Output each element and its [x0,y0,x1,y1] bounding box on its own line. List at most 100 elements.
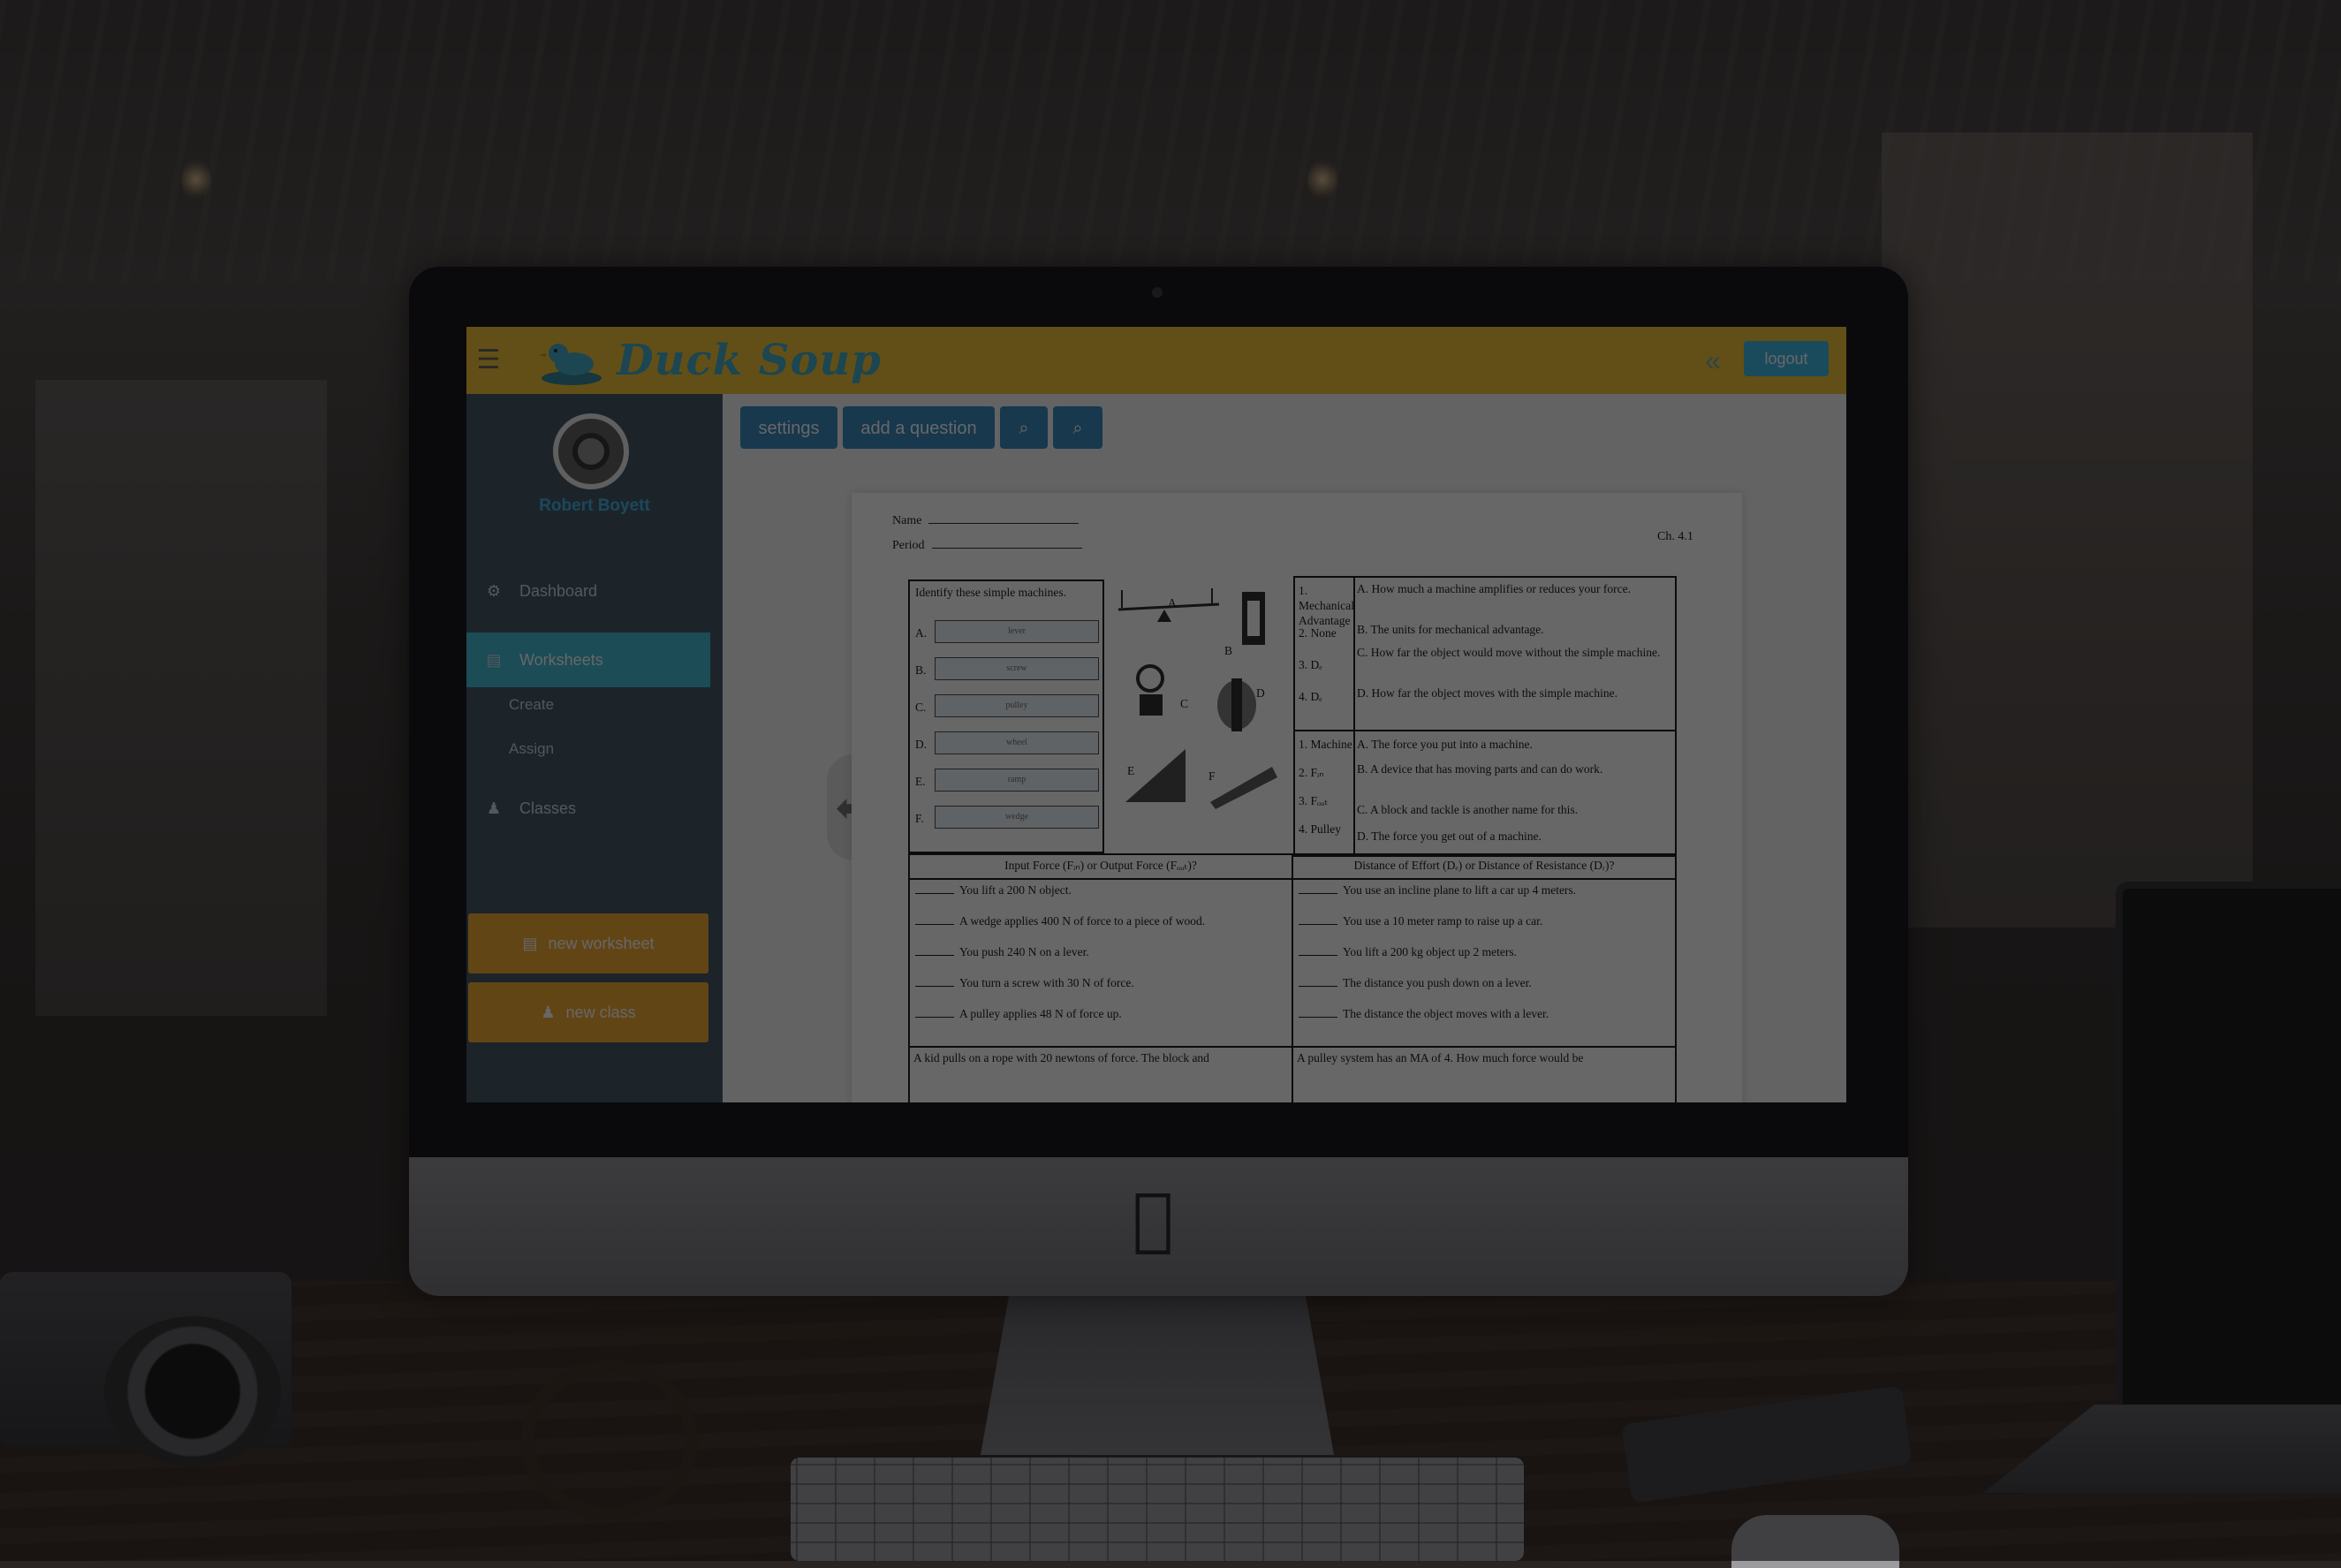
match-term: 2. Fᵢₙ [1299,766,1324,779]
sidebar-subitem-create[interactable]: Create [509,696,554,714]
hamburger-menu-icon[interactable]: ☰ [474,345,503,376]
zoom-in-button[interactable]: ⌕ [1053,406,1102,449]
question-text: You push 240 N on a lever. [959,945,1089,958]
magic-mouse [1731,1515,1899,1568]
divider [910,878,1675,880]
distance-question: You use a 10 meter ramp to raise up a ca… [1299,914,1542,928]
match-definition: A. How much a machine amplifies or reduc… [1357,582,1632,595]
answer-blank[interactable] [1299,986,1337,987]
figure-label: A [1168,596,1177,610]
match-term: 3. Fₒᵤₜ [1299,794,1329,807]
figure-label: C [1180,697,1189,710]
answer-blank[interactable] [1299,1017,1337,1018]
wristwatch [521,1360,698,1519]
answer-input[interactable]: lever [935,620,1099,643]
new-worksheet-button[interactable]: ▤ new worksheet [468,913,708,973]
zoom-out-icon: ⌕ [1019,419,1029,438]
identify-letter: A. [915,626,928,640]
match-term: 1. Mechanical Advantage [1299,584,1354,627]
name-field[interactable]: Name [892,514,1080,528]
match-term: 2. None [1299,626,1337,640]
identify-letter: F. [915,812,924,825]
answer-blank[interactable] [1299,955,1337,956]
answer-input[interactable]: pulley [935,694,1099,717]
question-text: A pulley applies 48 N of force up. [959,1007,1122,1020]
period-label: Period [892,539,925,552]
distance-question: You use an incline plane to lift a car u… [1299,883,1576,898]
answer-blank[interactable] [915,986,954,987]
identify-letter: C. [915,701,927,714]
match-term: 1. Machine [1299,738,1352,751]
figure-label: B [1224,644,1233,657]
answer-input[interactable]: wheel [935,731,1099,754]
sidebar: Robert Boyett ⚙ Dashboard ▤ Worksheets Cre… [466,394,723,1102]
question-text: The distance you push down on a lever. [1343,976,1532,989]
sidebar-item-classes[interactable]: ♟ Classes [466,781,723,836]
word-problem: A pulley system has an MA of 4. How much… [1297,1051,1584,1064]
answer-input[interactable]: screw [935,657,1099,680]
answer-input[interactable]: ramp [935,769,1099,792]
sidebar-item-label: Worksheets [519,651,603,669]
word-problem: A kid pulls on a rope with 20 newtons of… [913,1051,1209,1064]
brand-logo[interactable]: Duck Soup [617,334,882,387]
answer-blank[interactable] [915,924,954,925]
name-label: Name [892,514,922,527]
answer-blank[interactable] [1299,893,1337,894]
add-question-button[interactable]: add a question [843,406,995,449]
distance-question: The distance the object moves with a lev… [1299,1007,1549,1021]
new-class-button[interactable]: ♟ new class [468,982,708,1042]
user-name[interactable]: Robert Boyett [466,496,723,516]
period-field[interactable]: Period [892,539,1082,553]
chapter-label: Ch. 4.1 [1657,530,1693,543]
period-line [931,548,1082,549]
pendant-lamp [1307,159,1337,200]
collapse-chevrons-icon[interactable]: « [1700,345,1726,376]
sidebar-subitem-assign[interactable]: Assign [509,740,554,758]
figure-label: E [1127,764,1135,777]
distance-question: You lift a 200 kg object up 2 meters. [1299,945,1517,959]
answer-blank[interactable] [915,893,954,894]
identify-letter: E. [915,775,926,788]
question-text: You lift a 200 N object. [959,883,1072,897]
background-window [35,380,327,1016]
top-navbar: ☰ Duck Soup « logout [466,327,1846,394]
answer-blank[interactable] [915,1017,954,1018]
main-content: settings add a question ⌕ ⌕ ⬅ Name Perio… [723,394,1846,1102]
logout-button[interactable]: logout [1744,341,1829,376]
laptop-screen [2116,882,2341,1417]
match-definition: D. The force you get out of a machine. [1357,829,1542,843]
answer-blank[interactable] [915,955,954,956]
users-icon: ♟ [541,1004,556,1021]
question-text: The distance the object moves with a lev… [1343,1007,1549,1020]
divider [1292,855,1293,1046]
avatar-image [572,433,610,470]
zoom-out-button[interactable]: ⌕ [1000,406,1048,449]
question-text: You turn a screw with 30 N of force. [959,976,1134,989]
match-definition: A. The force you put into a machine. [1357,738,1533,751]
simple-machines-figure [1117,588,1277,809]
sidebar-item-worksheets[interactable]: ▤ Worksheets [466,633,710,687]
avatar[interactable] [553,413,629,489]
answer-input[interactable]: wedge [935,806,1099,829]
dashboard-icon: ⚙ [486,582,502,600]
zoom-in-icon: ⌕ [1072,419,1083,438]
match-term: 4. Dₑ [1299,690,1322,703]
worksheet-page: Name Period Ch. 4.1 Identify these simpl… [852,493,1742,1102]
question-text: A wedge applies 400 N of force to a piec… [959,914,1206,928]
camera-lens [104,1316,281,1466]
file-icon: ▤ [522,935,538,952]
sidebar-item-dashboard[interactable]: ⚙ Dashboard [466,564,723,618]
force-question: A pulley applies 48 N of force up. [915,1007,1122,1021]
divider [1292,1048,1293,1102]
question-text: You lift a 200 kg object up 2 meters. [1343,945,1517,958]
new-class-label: new class [565,1004,636,1021]
question-text: You use a 10 meter ramp to raise up a ca… [1343,914,1543,928]
duck-logo-icon [539,344,602,385]
settings-button[interactable]: settings [740,406,837,449]
divider [1353,731,1355,855]
distance-question: The distance you push down on a lever. [1299,976,1532,990]
imac-stand [981,1296,1334,1455]
answer-blank[interactable] [1299,924,1337,925]
identify-letter: D. [915,738,928,751]
name-line [928,523,1080,524]
